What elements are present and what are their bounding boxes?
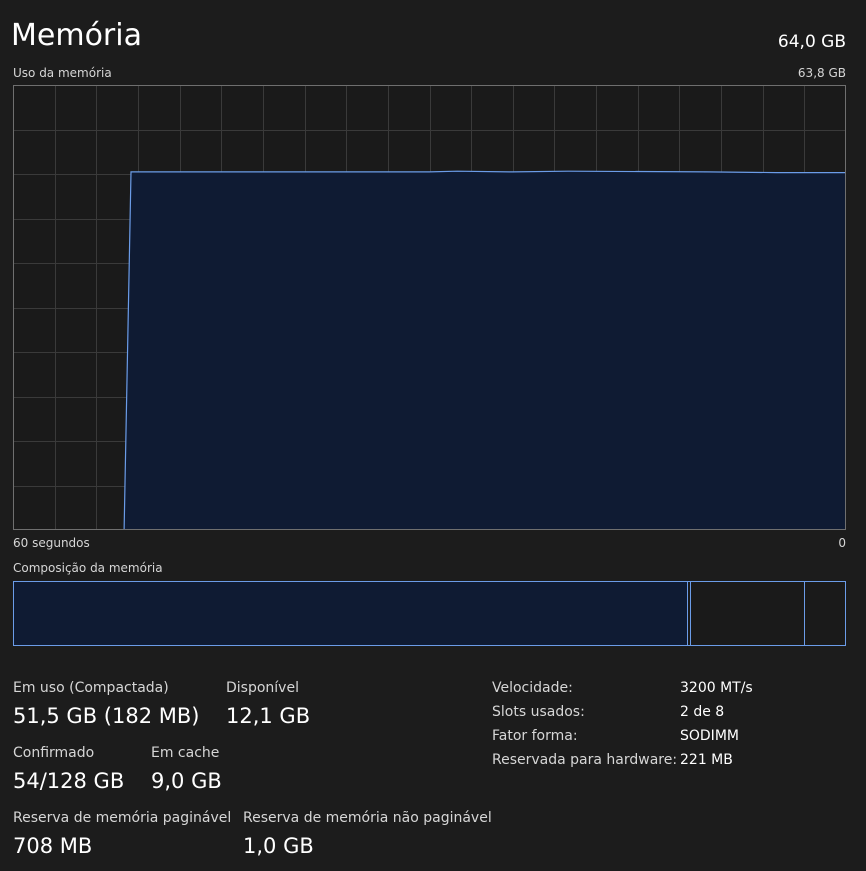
slots-label: Slots usados: <box>492 704 585 720</box>
cached-value: 9,0 GB <box>151 769 222 793</box>
nonpaged-pool-label: Reserva de memória não paginável <box>243 810 492 826</box>
form-factor-value: SODIMM <box>680 728 739 744</box>
usage-graph-max: 63,8 GB <box>797 66 846 80</box>
paged-pool-value: 708 MB <box>13 834 93 858</box>
memory-usage-graph <box>13 85 846 530</box>
nonpaged-pool-value: 1,0 GB <box>243 834 314 858</box>
composition-in-use <box>14 582 688 645</box>
available-value: 12,1 GB <box>226 704 311 728</box>
total-memory: 64,0 GB <box>777 32 846 52</box>
committed-value: 54/128 GB <box>13 769 125 793</box>
usage-graph-label: Uso da memória <box>13 66 112 80</box>
slots-value: 2 de 8 <box>680 704 725 720</box>
memory-composition-bar <box>13 581 846 646</box>
committed-label: Confirmado <box>13 745 95 761</box>
time-axis-end: 0 <box>838 536 846 550</box>
usage-area <box>13 171 846 530</box>
cached-label: Em cache <box>151 745 220 761</box>
paged-pool-label: Reserva de memória paginável <box>13 810 232 826</box>
composition-label: Composição da memória <box>13 561 163 575</box>
speed-label: Velocidade: <box>492 680 573 696</box>
speed-value: 3200 MT/s <box>680 680 753 696</box>
page-title: Memória <box>11 18 142 53</box>
hardware-reserved-label: Reservada para hardware: <box>492 752 678 768</box>
memory-panel: Memória 64,0 GB Uso da memória 63,8 GB 6… <box>0 0 866 871</box>
in-use-value: 51,5 GB (182 MB) <box>13 704 200 728</box>
time-axis-start: 60 segundos <box>13 536 90 550</box>
form-factor-label: Fator forma: <box>492 728 578 744</box>
in-use-label: Em uso (Compactada) <box>13 680 169 696</box>
hardware-reserved-value: 221 MB <box>680 752 733 768</box>
available-label: Disponível <box>226 680 299 696</box>
